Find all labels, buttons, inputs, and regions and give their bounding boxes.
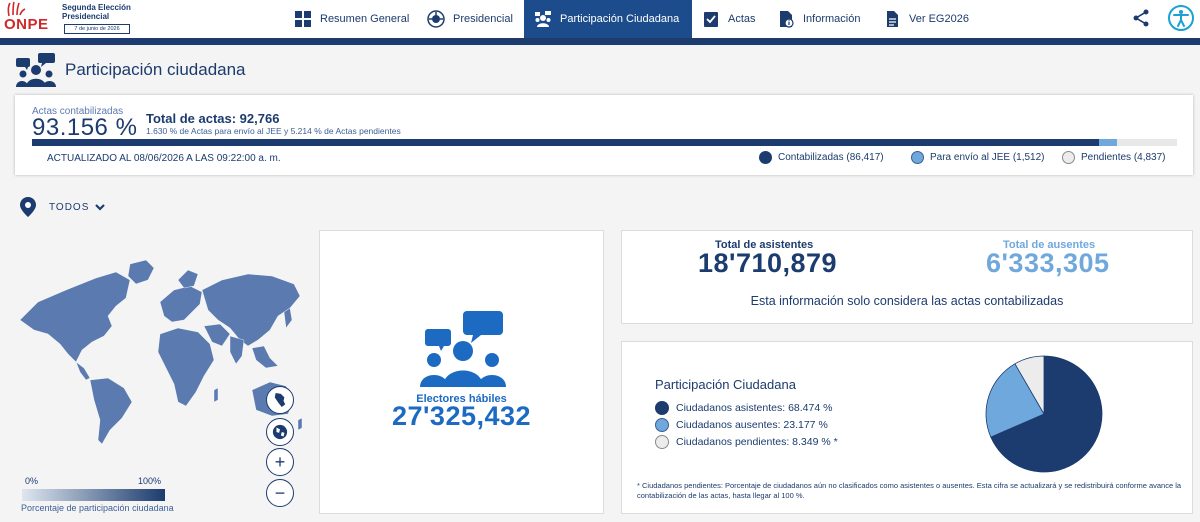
location-filter[interactable]: TODOS [49,202,89,213]
map-southeast-asia [251,345,279,369]
nav-label: Presidencial [453,13,513,25]
hand-logo-icon [7,1,26,17]
share-icon[interactable] [1131,8,1151,28]
electores-value: 27'325,432 [391,401,532,431]
legend-dot [911,151,924,164]
nav-resumen-general[interactable]: Resumen General [294,0,409,38]
scale-caption: Porcentaje de participación ciudadana [21,503,174,513]
accessibility-button[interactable] [1168,5,1194,31]
map-japan [283,307,293,329]
nav-label: Participación Ciudadana [560,13,680,25]
legend-dot [655,418,669,432]
map-south-america [89,377,133,445]
legend-pendientes: Pendientes (4,837) [1062,151,1166,164]
map-peru-button[interactable] [266,386,294,414]
electores-people-icon [420,311,506,387]
map-world-button[interactable] [266,418,294,446]
electores-card: Electores hábiles 27'325,432 [319,230,604,514]
map-central-america [75,361,91,381]
asistentes-value: 18'710,879 [698,248,838,278]
onpe-logo[interactable]: ONPE Segunda Elección Presidencial 7 de … [4,1,144,36]
chevron-down-icon[interactable] [94,201,106,213]
map-africa [157,327,215,407]
checklist-icon [702,10,720,28]
total-actas: Total de actas: 92,766 [146,111,280,126]
legend-label: Ciudadanos ausentes: 23.177 % [676,419,828,431]
legend-label: Ciudadanos pendientes: 8.349 % * [676,436,838,448]
nav-label: Información [803,13,861,25]
election-date: 7 de junio de 2026 [64,24,130,34]
nav-actas[interactable]: Actas [702,0,756,38]
grid-icon [294,10,312,28]
progress-segment-jee [1098,139,1118,146]
map-europe [159,285,203,323]
nav-label: Ver EG2026 [909,13,969,25]
nav-ver-eg2026[interactable]: Ver EG2026 [883,0,969,38]
nav-label: Resumen General [320,13,410,25]
seal-icon [427,10,445,28]
map-madagascar [213,387,219,403]
legend-dot [759,151,772,164]
zoom-in-button[interactable]: + [266,448,294,476]
legend-label: Contabilizadas (86,417) [778,152,884,163]
map-north-america [19,271,131,363]
updated-timestamp: ACTUALIZADO AL 08/06/2026 A LAS 09:22:00… [47,153,281,164]
progress-segment-contabilizadas [32,139,1099,146]
zoom-out-icon: − [274,482,286,503]
legend-dot [1062,151,1075,164]
legend-jee: Para envío al JEE (1,512) [911,151,1045,164]
map-scandinavia [177,269,199,289]
logo-text: ONPE [4,16,49,33]
actas-subtitle: 1.630 % de Actas para envío al JEE y 5.2… [146,126,401,136]
peru-icon [274,393,286,407]
legend-label: Para envío al JEE (1,512) [930,152,1045,163]
scale-max-label: 100% [138,476,162,486]
header-divider [0,38,1200,45]
zoom-out-button[interactable]: − [266,479,294,507]
participation-icon [16,53,56,87]
legend-pendientes: Ciudadanos pendientes: 8.349 % * [655,435,838,449]
document-icon [883,10,901,28]
world-participation-map[interactable] [8,250,304,450]
location-pin-icon [20,197,36,217]
map-new-zealand [297,417,303,431]
legend-asistentes: Ciudadanos asistentes: 68.474 % [655,401,832,415]
legend-label: Pendientes (4,837) [1081,152,1166,163]
participacion-card: Participación Ciudadana Ciudadanos asist… [621,341,1193,514]
page-title: Participación ciudadana [65,60,246,79]
participacion-title: Participación Ciudadana [655,377,796,392]
accessibility-icon [1173,10,1189,27]
legend-label: Ciudadanos asistentes: 68.474 % [676,402,833,414]
nav-participacion-ciudadana[interactable]: Participación Ciudadana [524,0,692,38]
zoom-in-icon: + [274,451,286,472]
legend-ausentes: Ciudadanos ausentes: 23.177 % [655,418,828,432]
nav-informacion[interactable]: Información [777,0,860,38]
actas-progress-bar [32,139,1177,146]
legend-dot [655,401,669,415]
asistencia-card: Total de asistentes 18'710,879 Total de … [621,230,1193,324]
scale-min-label: 0% [25,476,39,486]
actas-progress-card: Actas contabilizadas 93.156 % Total de a… [15,95,1193,175]
participacion-pie-chart [985,355,1103,473]
info-doc-icon [777,10,795,28]
contabilizadas-note: Esta información solo considera las acta… [750,294,1064,308]
election-name: Segunda Elección Presidencial [62,3,131,21]
legend-contabilizadas: Contabilizadas (86,417) [759,151,884,164]
map-greenland [127,259,155,285]
people-icon [534,10,552,28]
actas-contabilizadas-percent: 93.156 % [32,114,138,141]
participation-scale-bar [22,489,165,501]
globe-icon [272,424,288,440]
nav-label: Actas [728,13,756,25]
nav-presidencial[interactable]: Presidencial [427,0,513,38]
ausentes-value: 6'333,305 [986,248,1110,278]
top-bar: ONPE Segunda Elección Presidencial 7 de … [0,0,1200,38]
legend-dot [655,435,669,449]
pendientes-footnote: * Ciudadanos pendientes: Porcentaje de c… [637,481,1182,500]
map-india [229,335,245,365]
